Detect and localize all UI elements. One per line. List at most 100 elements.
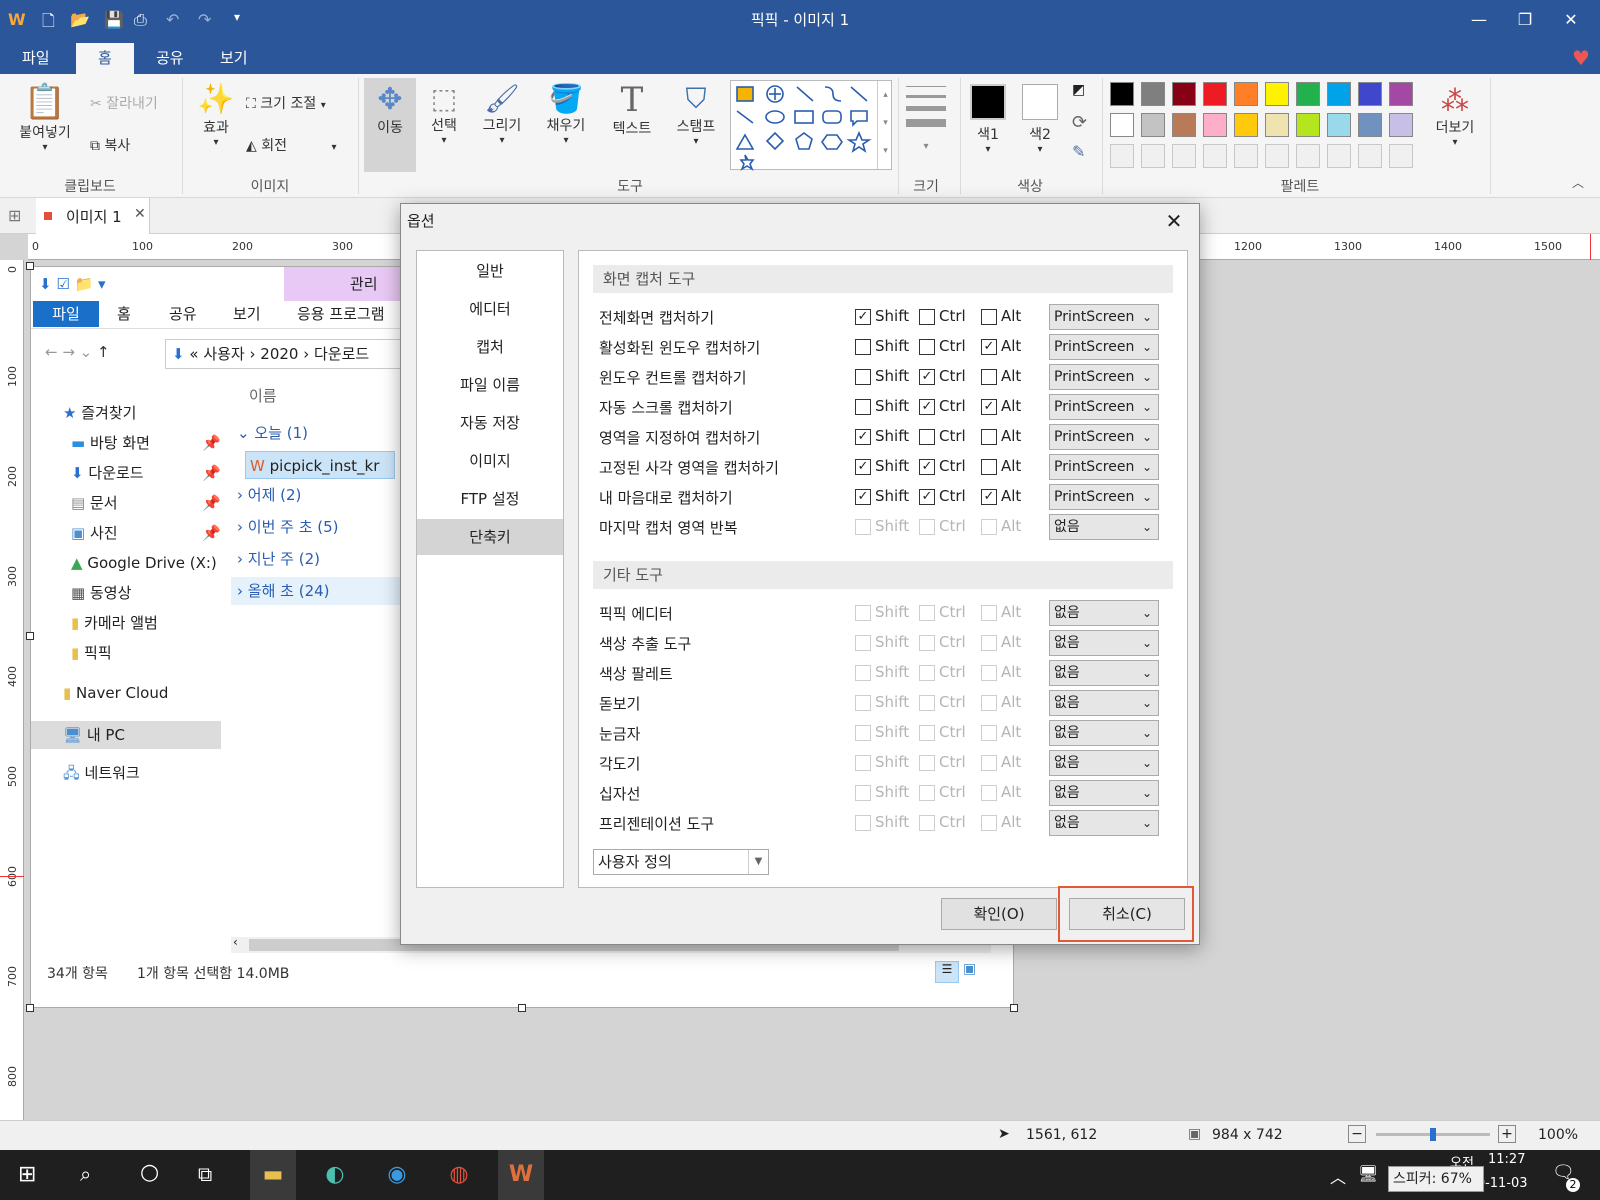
task-view-icon[interactable]: ⧉ [198, 1162, 212, 1186]
paste-button[interactable]: 📋 붙여넣기 ▾ [10, 82, 80, 153]
ctrl-checkbox[interactable] [919, 309, 935, 325]
close-button[interactable]: ✕ [1548, 0, 1594, 40]
more-colors-button[interactable]: ⁂ 더보기 ▾ [1428, 84, 1482, 148]
alt-checkbox[interactable] [981, 309, 997, 325]
hotkey-key-dropdown[interactable]: 없음 ⌄ [1049, 720, 1159, 746]
resize-handle[interactable] [1010, 1004, 1018, 1012]
minimize-button[interactable]: — [1456, 0, 1502, 40]
print-icon[interactable]: ⎙ [134, 10, 147, 30]
cancel-button[interactable]: 취소(C) [1069, 898, 1185, 930]
hotkey-key-dropdown[interactable]: PrintScreen ⌄ [1049, 364, 1159, 390]
palette-swatch[interactable] [1141, 113, 1165, 137]
palette-swatch[interactable] [1265, 113, 1289, 137]
collapse-ribbon-icon[interactable]: ︿ [1572, 174, 1584, 191]
shift-checkbox[interactable]: ✓ [855, 429, 871, 445]
ctrl-checkbox[interactable]: ✓ [919, 369, 935, 385]
close-tab-icon[interactable]: ✕ [134, 206, 146, 222]
palette-swatch[interactable] [1327, 113, 1351, 137]
reset-colors-icon[interactable]: ⟳ [1072, 112, 1087, 133]
move-tool-button[interactable]: ✥ 이동 [364, 78, 416, 172]
nav-auto-save[interactable]: 자동 저장 [417, 405, 563, 441]
palette-swatch[interactable] [1203, 113, 1227, 137]
customize-qa-icon[interactable]: ▾ [234, 10, 240, 24]
draw-tool-button[interactable]: 🖌 그리기 ▾ [476, 82, 528, 146]
shift-checkbox[interactable] [855, 399, 871, 415]
picpick-taskbar-icon[interactable]: W [498, 1150, 544, 1200]
ctrl-checkbox[interactable] [919, 429, 935, 445]
hotkey-key-dropdown[interactable]: 없음 ⌄ [1049, 514, 1159, 540]
hotkey-key-dropdown[interactable]: 없음 ⌄ [1049, 750, 1159, 776]
nav-image[interactable]: 이미지 [417, 443, 563, 479]
open-folder-icon[interactable]: 📂 [70, 10, 90, 29]
alt-checkbox[interactable]: ✓ [981, 399, 997, 415]
fill-tool-button[interactable]: 🪣 채우기 ▾ [540, 82, 592, 146]
shift-checkbox[interactable] [855, 339, 871, 355]
hotkey-key-dropdown[interactable]: PrintScreen ⌄ [1049, 484, 1159, 510]
palette-empty-swatch[interactable] [1141, 144, 1165, 168]
palette-swatch[interactable] [1389, 113, 1413, 137]
palette-swatch[interactable] [1234, 113, 1258, 137]
palette-swatch[interactable] [1110, 82, 1134, 106]
tab-view[interactable]: 보기 [198, 43, 270, 74]
palette-swatch[interactable] [1234, 82, 1258, 106]
text-tool-button[interactable]: T 텍스트 [604, 82, 660, 138]
swap-colors-icon[interactable]: ◩ [1072, 82, 1085, 98]
palette-swatch[interactable] [1141, 82, 1165, 106]
nav-file-name[interactable]: 파일 이름 [417, 367, 563, 403]
color2-button[interactable]: 색2 ▾ [1018, 84, 1062, 155]
doc-tab-image1[interactable]: 이미지 1 ✕ [36, 198, 150, 234]
palette-swatch[interactable] [1203, 82, 1227, 106]
cut-button[interactable]: ✂ 잘라내기 [90, 92, 158, 116]
alt-checkbox[interactable] [981, 369, 997, 385]
hotkey-key-dropdown[interactable]: PrintScreen ⌄ [1049, 424, 1159, 450]
nav-ftp[interactable]: FTP 설정 [417, 481, 563, 517]
rotate-button[interactable]: ◭ 회전 ▾ [246, 134, 336, 158]
palette-swatch[interactable] [1389, 82, 1413, 106]
ctrl-checkbox[interactable]: ✓ [919, 459, 935, 475]
zoom-slider[interactable] [1376, 1128, 1490, 1141]
network-tray-icon[interactable]: 🖥 [1358, 1164, 1378, 1183]
resize-handle[interactable] [26, 262, 34, 270]
palette-empty-swatch[interactable] [1265, 144, 1289, 168]
ok-button[interactable]: 확인(O) [941, 898, 1057, 930]
alt-checkbox[interactable]: ✓ [981, 339, 997, 355]
palette-empty-swatch[interactable] [1296, 144, 1320, 168]
line-size-button[interactable]: ▾ [906, 86, 946, 152]
resize-handle[interactable] [26, 1004, 34, 1012]
hotkey-key-dropdown[interactable]: PrintScreen ⌄ [1049, 334, 1159, 360]
nav-general[interactable]: 일반 [417, 253, 563, 289]
alt-checkbox[interactable] [981, 429, 997, 445]
tab-share[interactable]: 공유 [134, 43, 206, 74]
ctrl-checkbox[interactable]: ✓ [919, 399, 935, 415]
preset-dropdown[interactable]: 사용자 정의 ▼ [593, 849, 769, 875]
palette-swatch[interactable] [1327, 82, 1351, 106]
undo-icon[interactable]: ↶ [166, 10, 179, 29]
palette-swatch[interactable] [1358, 113, 1382, 137]
edge-taskbar-icon[interactable]: ◉ [374, 1150, 420, 1200]
zoom-level[interactable]: 100% [1538, 1127, 1578, 1143]
palette-swatch[interactable] [1172, 113, 1196, 137]
save-icon[interactable]: 💾 [104, 10, 124, 29]
effect-button[interactable]: ✨ 효과 ▾ [190, 82, 242, 148]
nav-hotkeys[interactable]: 단축키 [417, 519, 563, 555]
palette-swatch[interactable] [1110, 113, 1134, 137]
hotkey-key-dropdown[interactable]: 없음 ⌄ [1049, 630, 1159, 656]
palette-empty-swatch[interactable] [1172, 144, 1196, 168]
search-icon[interactable]: ⌕ [80, 1162, 91, 1186]
palette-swatch[interactable] [1296, 82, 1320, 106]
shapes-gallery[interactable]: ▴ ▾ ▾ [730, 80, 892, 171]
palette-swatch[interactable] [1296, 113, 1320, 137]
windows-start-icon[interactable]: ⊞ [18, 1162, 36, 1187]
hotkey-key-dropdown[interactable]: 없음 ⌄ [1049, 660, 1159, 686]
resize-button[interactable]: ⛶ 크기 조절 ▾ [246, 92, 326, 116]
palette-swatch[interactable] [1172, 82, 1196, 106]
zoom-in-button[interactable]: + [1498, 1125, 1516, 1143]
tray-chevron-icon[interactable]: ︿ [1330, 1164, 1346, 1188]
eyedropper-icon[interactable]: ✎ [1072, 142, 1085, 161]
hotkey-key-dropdown[interactable]: PrintScreen ⌄ [1049, 304, 1159, 330]
color1-button[interactable]: 색1 ▾ [966, 84, 1010, 155]
shift-checkbox[interactable]: ✓ [855, 489, 871, 505]
shift-checkbox[interactable]: ✓ [855, 459, 871, 475]
hotkey-key-dropdown[interactable]: 없음 ⌄ [1049, 810, 1159, 836]
stamp-tool-button[interactable]: ⛉ 스탬프 ▾ [668, 82, 724, 147]
